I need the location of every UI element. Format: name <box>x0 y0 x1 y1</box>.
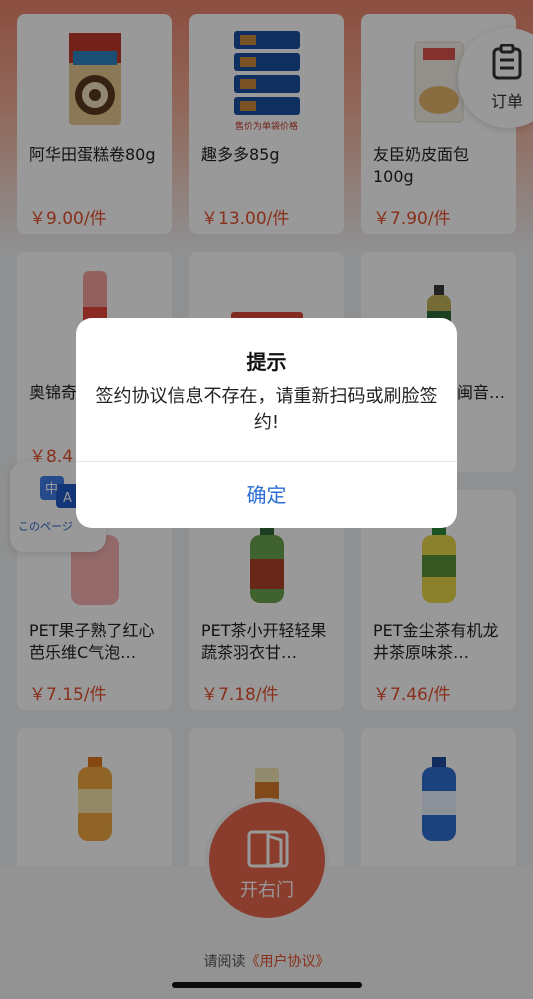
dialog-message: 签约协议信息不存在，请重新扫码或刷脸签约! <box>95 386 438 433</box>
confirm-button[interactable]: 确定 <box>76 462 457 528</box>
dialog-title: 提示 <box>246 350 287 374</box>
alert-dialog: 提示 签约协议信息不存在，请重新扫码或刷脸签约! 确定 <box>76 318 457 528</box>
